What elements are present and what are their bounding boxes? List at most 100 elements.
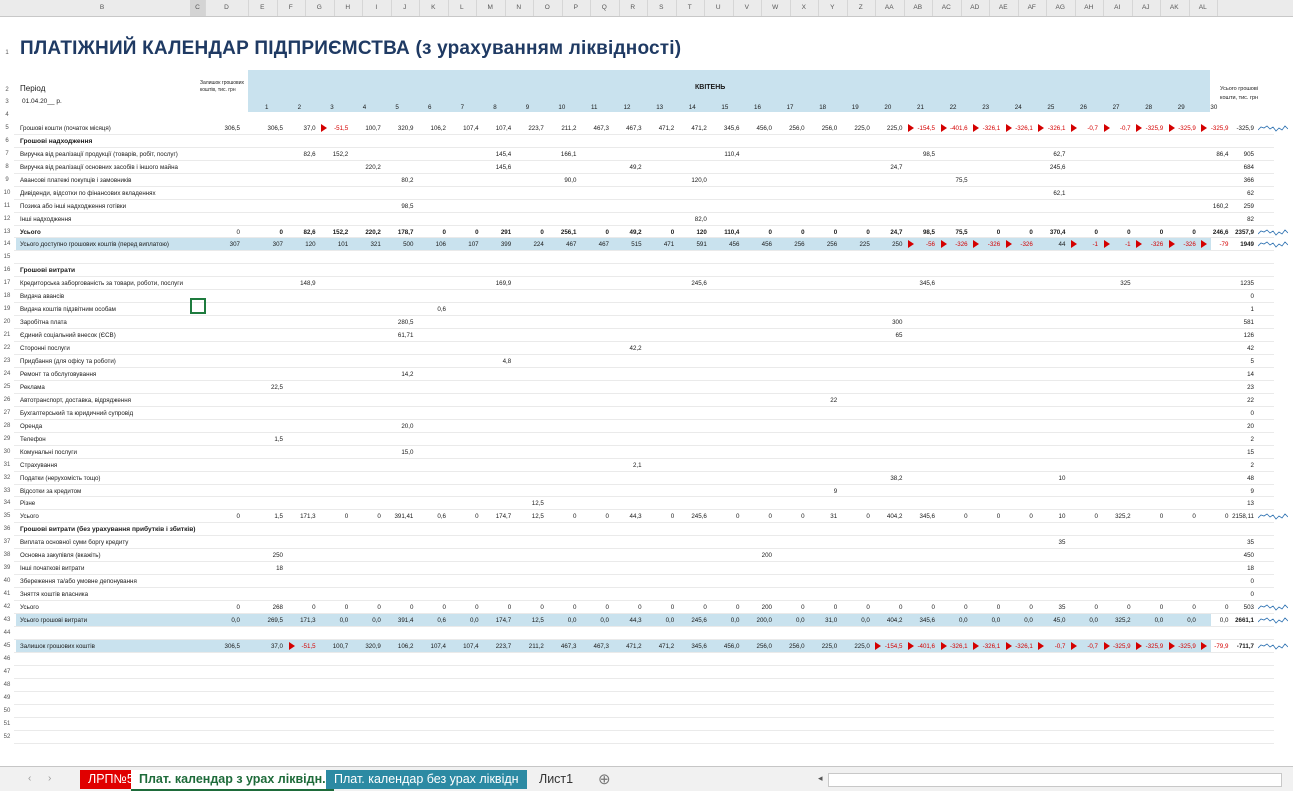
day-value-cell[interactable]: 325 [1109, 280, 1130, 287]
column-letter[interactable]: AL [1189, 0, 1218, 16]
day-value-cell[interactable]: 0 [717, 604, 739, 611]
total-cell[interactable]: 684 [1224, 164, 1254, 171]
tab-calendar-with-liquidity[interactable]: Плат. календар з урах ліквідн. [131, 770, 334, 791]
column-letter[interactable]: AH [1075, 0, 1104, 16]
day-value-cell[interactable]: 280,5 [391, 319, 413, 326]
total-cell[interactable]: 0 [1224, 293, 1254, 300]
day-value-cell[interactable]: -326,1 [1011, 125, 1033, 132]
day-value-cell[interactable]: 500 [391, 241, 413, 248]
row-number[interactable]: 44 [0, 630, 14, 636]
column-letter[interactable]: F [277, 0, 306, 16]
row-number[interactable]: 51 [0, 721, 14, 727]
total-cell[interactable]: -711,7 [1224, 643, 1254, 650]
day-value-cell[interactable]: 0,0 [1174, 617, 1196, 624]
row-number[interactable]: 2 [0, 87, 14, 93]
day-value-cell[interactable]: 0 [1141, 229, 1163, 236]
row-number[interactable]: 13 [0, 229, 14, 235]
tab-sheet1[interactable]: Лист1 [531, 770, 581, 789]
day-value-cell[interactable]: 399 [489, 241, 511, 248]
total-cell[interactable]: 13 [1224, 500, 1254, 507]
row-number[interactable]: 45 [0, 643, 14, 649]
day-value-cell[interactable]: -1 [1109, 241, 1131, 248]
day-value-cell[interactable]: 404,2 [880, 617, 902, 624]
day-value-cell[interactable]: 0 [620, 604, 641, 611]
day-value-cell[interactable]: 0 [880, 604, 902, 611]
day-value-cell[interactable]: 256 [815, 241, 837, 248]
opening-balance-cell[interactable]: 306,5 [218, 643, 240, 650]
day-value-cell[interactable]: 169,9 [489, 280, 511, 287]
row-number[interactable]: 24 [0, 371, 14, 377]
day-value-cell[interactable]: 223,7 [489, 643, 511, 650]
row-number[interactable]: 9 [0, 177, 14, 183]
row-number[interactable]: 33 [0, 488, 14, 494]
total-cell[interactable]: 1949 [1224, 241, 1254, 248]
day-value-cell[interactable]: 0 [457, 229, 478, 236]
day-value-cell[interactable]: 82,0 [685, 216, 707, 223]
row-number[interactable]: 1 [0, 50, 14, 56]
total-cell[interactable]: 1235 [1224, 280, 1254, 287]
row-number[interactable]: 29 [0, 436, 14, 442]
day-value-cell[interactable]: 467 [587, 241, 609, 248]
total-cell[interactable]: 35 [1224, 539, 1254, 546]
day-value-cell[interactable]: 61,71 [391, 332, 413, 339]
row-number[interactable]: 40 [0, 578, 14, 584]
total-cell[interactable]: 18 [1224, 565, 1254, 572]
day-value-cell[interactable]: -326 [978, 241, 1000, 248]
day-value-cell[interactable]: 0 [750, 513, 772, 520]
row-number[interactable]: 21 [0, 332, 14, 338]
day-value-cell[interactable]: 0,0 [326, 617, 349, 624]
day-value-cell[interactable]: 100,7 [326, 643, 348, 650]
day-value-cell[interactable]: 0 [1076, 229, 1098, 236]
day-value-cell[interactable]: 0,0 [783, 617, 805, 624]
day-value-cell[interactable]: -401,6 [913, 643, 935, 650]
day-value-cell[interactable]: 0 [522, 229, 543, 236]
column-letter[interactable]: D [205, 0, 249, 16]
day-value-cell[interactable]: 0 [554, 513, 576, 520]
day-value-cell[interactable]: 345,6 [913, 280, 935, 287]
day-value-cell[interactable]: 178,7 [391, 229, 413, 236]
total-cell[interactable]: 14 [1224, 371, 1254, 378]
day-value-cell[interactable]: 44,3 [620, 513, 642, 520]
day-value-cell[interactable]: 174,7 [489, 617, 511, 624]
column-letter[interactable]: P [562, 0, 591, 16]
row-number[interactable]: 35 [0, 513, 14, 519]
day-value-cell[interactable]: 467,3 [587, 125, 609, 132]
day-value-cell[interactable]: 0 [1011, 229, 1032, 236]
day-value-cell[interactable]: 269,5 [261, 617, 283, 624]
day-value-cell[interactable]: 250 [261, 552, 283, 559]
total-cell[interactable]: 23 [1224, 384, 1254, 391]
day-value-cell[interactable]: -51,5 [294, 643, 315, 650]
total-cell[interactable]: 126 [1224, 332, 1254, 339]
day-value-cell[interactable]: -326 [1141, 241, 1163, 248]
day-value-cell[interactable]: 0 [359, 513, 380, 520]
day-value-cell[interactable]: 82,6 [294, 229, 316, 236]
total-cell[interactable]: 2 [1224, 436, 1254, 443]
day-value-cell[interactable]: 211,2 [554, 125, 576, 132]
day-value-cell[interactable]: 0 [1109, 229, 1130, 236]
tab-scroll-left[interactable]: ‹ [28, 773, 31, 784]
day-value-cell[interactable]: -325,9 [1141, 643, 1164, 650]
day-value-cell[interactable]: 200 [750, 604, 772, 611]
day-value-cell[interactable]: 166,1 [554, 151, 576, 158]
row-number[interactable]: 31 [0, 462, 14, 468]
opening-balance-cell[interactable]: 0,0 [218, 617, 240, 624]
column-letter[interactable]: R [619, 0, 648, 16]
day-value-cell[interactable]: 120,0 [685, 177, 706, 184]
day-value-cell[interactable]: 24,7 [880, 164, 902, 171]
day-value-cell[interactable]: 0 [783, 513, 804, 520]
day-value-cell[interactable]: 0 [391, 604, 413, 611]
day-value-cell[interactable]: 0 [685, 604, 706, 611]
day-value-cell[interactable]: -0,7 [1076, 643, 1098, 650]
total-cell[interactable]: 82 [1224, 216, 1254, 223]
day-value-cell[interactable]: 4,8 [489, 358, 512, 365]
day-value-cell[interactable]: 0 [424, 229, 446, 236]
day-value-cell[interactable]: 44 [1043, 241, 1066, 248]
day-value-cell[interactable]: 0,0 [457, 617, 479, 624]
day-value-cell[interactable]: 38,2 [880, 475, 902, 482]
day-value-cell[interactable]: 245,6 [685, 617, 706, 624]
day-value-cell[interactable]: 0 [326, 604, 348, 611]
column-letter[interactable]: AC [932, 0, 962, 16]
row-number[interactable]: 46 [0, 656, 14, 662]
day-value-cell[interactable]: 107,4 [424, 643, 446, 650]
total-cell[interactable]: 2158,11 [1224, 513, 1254, 520]
